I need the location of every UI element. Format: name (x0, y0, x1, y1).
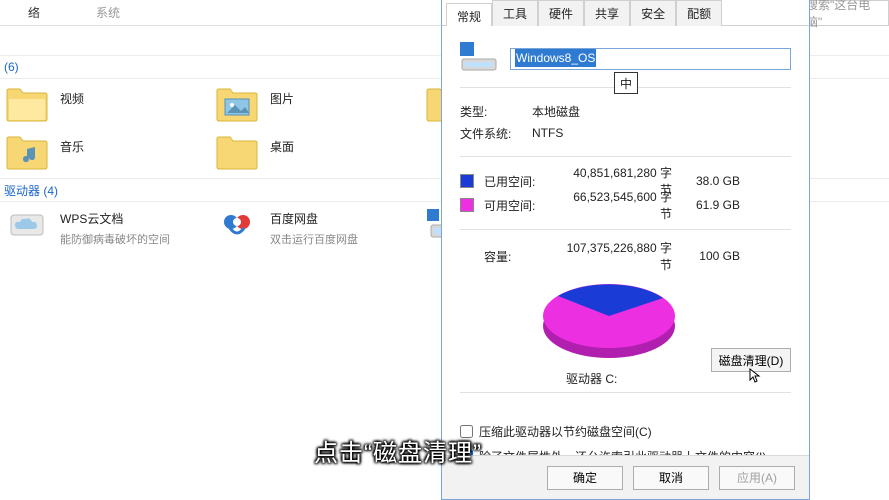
filesystem-row: 文件系统: NTFS (460, 122, 791, 144)
folders-count: (6) (4, 60, 19, 74)
tab-general[interactable]: 常规 (446, 3, 492, 26)
baidu-netdisk-icon (214, 206, 260, 244)
used-swatch-icon (460, 174, 474, 188)
tab-security[interactable]: 安全 (630, 0, 676, 26)
drive-name-input[interactable]: Windows8_OS (510, 48, 791, 70)
wps-cloud-icon (4, 206, 50, 244)
drive-item-baidu[interactable]: 百度网盘 双击运行百度网盘 (210, 204, 420, 249)
tab-hardware[interactable]: 硬件 (538, 0, 584, 26)
capacity-gb: 100 GB (688, 249, 740, 263)
folder-item-desktop[interactable]: 桌面 (210, 132, 420, 174)
capacity-bytes: 107,375,226,880 字节 (562, 239, 688, 273)
free-space-row: 可用空间: 66,523,545,600 字节 61.9 GB (460, 193, 791, 217)
folder-icon (214, 134, 260, 172)
dialog-footer: 确定 取消 应用(A) (442, 455, 809, 499)
capacity-label: 容量: (484, 248, 562, 265)
drive-label: WPS云文档 (60, 210, 170, 227)
folder-label: 图片 (270, 90, 294, 107)
folder-label: 音乐 (60, 138, 84, 155)
properties-tabstrip: 常规 工具 硬件 共享 安全 配额 (442, 0, 809, 26)
ime-indicator[interactable]: 中 (614, 72, 638, 94)
used-label: 已用空间: (484, 173, 562, 190)
free-bytes: 66,523,545,600 字节 (562, 188, 688, 222)
compress-label: 压缩此驱动器以节约磁盘空间(C) (479, 423, 652, 440)
drive-label: 百度网盘 (270, 210, 358, 227)
search-input[interactable]: 搜索"这台电脑" (799, 0, 889, 26)
folder-item-music[interactable]: 音乐 (0, 132, 210, 174)
breadcrumb-fragment[interactable]: 络 (0, 4, 68, 21)
used-gb: 38.0 GB (688, 174, 740, 188)
folder-item-videos[interactable]: 视频 (0, 84, 210, 126)
tutorial-subtitle: 点击“磁盘清理” (314, 433, 482, 468)
drives-count: 驱动器 (4) (4, 182, 58, 199)
disk-usage-pie-chart (534, 276, 684, 364)
apply-button[interactable]: 应用(A) (719, 466, 795, 490)
breadcrumb-fragment[interactable]: 系统 (68, 4, 148, 21)
type-label: 类型: (460, 103, 532, 120)
folder-label: 视频 (60, 90, 84, 107)
drive-name-value: Windows8_OS (515, 49, 596, 67)
folder-icon (4, 86, 50, 124)
tab-quota[interactable]: 配额 (676, 0, 722, 26)
filesystem-label: 文件系统: (460, 125, 532, 142)
type-value: 本地磁盘 (532, 103, 580, 120)
windows-drive-icon (460, 42, 498, 75)
drive-sublabel: 能防御病毒破坏的空间 (60, 231, 170, 247)
drive-item-wps[interactable]: WPS云文档 能防御病毒破坏的空间 (0, 204, 210, 249)
compress-checkbox-row[interactable]: 压缩此驱动器以节约磁盘空间(C) (460, 423, 791, 440)
free-gb: 61.9 GB (688, 198, 740, 212)
free-label: 可用空间: (484, 197, 562, 214)
ok-button[interactable]: 确定 (547, 466, 623, 490)
folder-icon (4, 134, 50, 172)
tab-tools[interactable]: 工具 (492, 0, 538, 26)
search-placeholder: 搜索"这台电脑" (806, 0, 882, 30)
folder-label: 桌面 (270, 138, 294, 155)
pie-drive-label: 驱动器 C: (566, 370, 617, 387)
drive-sublabel: 双击运行百度网盘 (270, 231, 358, 247)
disk-cleanup-button[interactable]: 磁盘清理(D) (711, 348, 791, 372)
filesystem-value: NTFS (532, 126, 563, 140)
cancel-button[interactable]: 取消 (633, 466, 709, 490)
type-row: 类型: 本地磁盘 (460, 100, 791, 122)
capacity-row: 容量: 107,375,226,880 字节 100 GB (460, 242, 791, 270)
tab-sharing[interactable]: 共享 (584, 0, 630, 26)
free-swatch-icon (460, 198, 474, 212)
folder-item-pictures[interactable]: 图片 (210, 84, 420, 126)
folder-icon (214, 86, 260, 124)
